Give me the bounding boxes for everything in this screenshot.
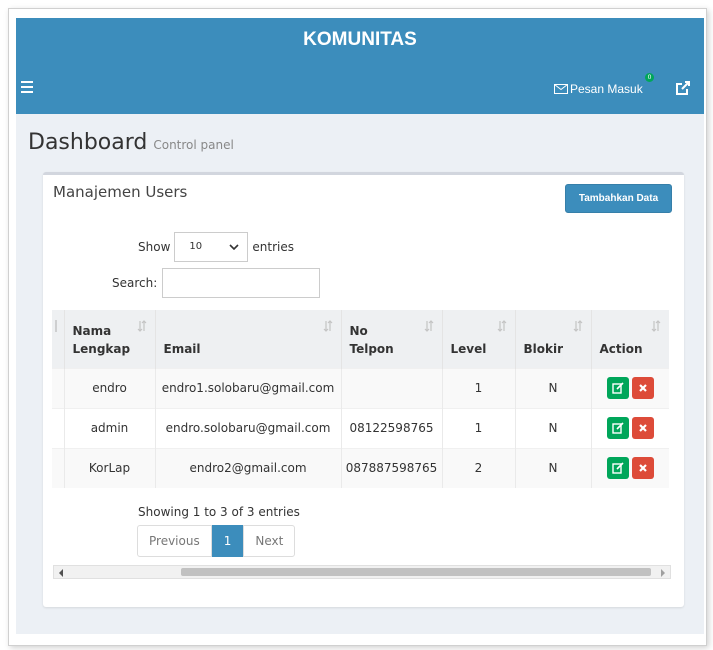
table-cell — [52, 447, 65, 488]
users-table: Nama Lengkap Email No Telpon Level Bloki… — [52, 310, 669, 488]
sort-icon — [497, 320, 506, 332]
next-page-button[interactable]: Next — [243, 525, 296, 557]
table-header-row: Nama Lengkap Email No Telpon Level Bloki… — [52, 310, 669, 368]
cell-email: endro2@gmail.com — [155, 447, 342, 488]
inbox-link[interactable]: Pesan Masuk — [554, 79, 643, 99]
sort-icon — [651, 320, 661, 332]
box-title: Manajemen Users — [53, 183, 188, 201]
column-header-telpon[interactable]: No Telpon — [341, 310, 443, 368]
show-label: Show — [138, 240, 171, 254]
cell-blokir: N — [515, 447, 592, 488]
hamburger-icon[interactable] — [21, 81, 33, 93]
app-window: KOMUNITAS Pesan Masuk 0 Dashboard Control… — [16, 18, 704, 634]
entries-select-value: 10 — [189, 241, 203, 252]
sort-icon — [137, 320, 146, 332]
scrollbar-thumb[interactable] — [181, 568, 651, 576]
cell-telpon: 08122598765 — [341, 407, 443, 448]
previous-page-button[interactable]: Previous — [137, 525, 212, 557]
column-header-action[interactable]: Action — [591, 310, 669, 368]
pagination: Previous 1 Next — [137, 525, 296, 557]
inbox-count-badge: 0 — [645, 73, 654, 82]
search-control: Search: — [112, 268, 321, 298]
cell-action — [591, 407, 669, 448]
search-label: Search: — [112, 276, 158, 290]
cell-blokir: N — [515, 367, 592, 408]
column-header-hidden[interactable] — [52, 310, 65, 368]
page-title-text: Dashboard — [28, 130, 148, 155]
app-header: KOMUNITAS — [16, 18, 704, 65]
cell-nama: admin — [64, 407, 156, 448]
cell-email: endro.solobaru@gmail.com — [155, 407, 342, 448]
cell-action — [591, 447, 669, 488]
close-icon — [638, 464, 647, 473]
add-data-button[interactable]: Tambahkan Data — [565, 184, 672, 213]
cell-nama: KorLap — [64, 447, 156, 488]
search-input[interactable] — [162, 268, 321, 298]
scroll-left-icon[interactable] — [58, 569, 64, 577]
table-cell — [52, 367, 65, 408]
column-header-level[interactable]: Level — [442, 310, 516, 368]
cell-action — [591, 367, 669, 408]
column-label: No Telpon — [349, 323, 394, 356]
table-row: KorLap endro2@gmail.com 087887598765 2 N — [52, 447, 669, 488]
navbar: Pesan Masuk 0 — [16, 65, 704, 114]
cell-email: endro1.solobaru@gmail.com — [155, 367, 342, 408]
table-cell — [52, 407, 65, 448]
horizontal-scrollbar[interactable] — [53, 565, 671, 579]
cell-nama: endro — [64, 367, 156, 408]
column-label: Nama Lengkap — [72, 323, 131, 356]
edit-icon — [612, 462, 624, 474]
close-icon — [638, 384, 647, 392]
sort-icon — [323, 320, 332, 332]
inbox-label: Pesan Masuk — [570, 82, 643, 96]
cell-telpon: 087887598765 — [341, 447, 443, 488]
entries-select[interactable]: 10 — [174, 232, 249, 262]
delete-button[interactable] — [631, 417, 654, 439]
column-label: Email — [163, 341, 201, 356]
app-title: KOMUNITAS — [303, 29, 417, 50]
sort-icon — [424, 320, 433, 332]
table-row: admin endro.solobaru@gmail.com 081225987… — [52, 407, 669, 448]
cell-level: 2 — [442, 447, 516, 488]
external-link-icon[interactable] — [676, 81, 690, 95]
delete-button[interactable] — [631, 457, 654, 480]
edit-button[interactable] — [606, 457, 629, 480]
scroll-right-icon[interactable] — [660, 569, 666, 577]
table-row: endro endro1.solobaru@gmail.com 1 N — [52, 367, 669, 408]
sort-icon — [55, 320, 57, 332]
edit-icon — [612, 382, 624, 394]
users-box: Manajemen Users Tambahkan Data Show 10 e… — [43, 172, 684, 607]
page-title: Dashboard Control panel — [28, 130, 234, 155]
edit-button[interactable] — [606, 377, 629, 399]
column-label: Blokir — [523, 341, 564, 356]
column-label: Level — [450, 341, 487, 356]
page-1-button[interactable]: 1 — [211, 525, 244, 557]
edit-icon — [612, 422, 624, 434]
close-icon — [638, 424, 647, 432]
delete-button[interactable] — [631, 377, 654, 399]
cell-blokir: N — [515, 407, 592, 448]
cell-telpon — [341, 367, 443, 408]
column-header-email[interactable]: Email — [155, 310, 342, 368]
sort-icon — [573, 320, 582, 332]
entries-label: entries — [252, 240, 294, 254]
chevron-down-icon — [229, 244, 239, 250]
table-info: Showing 1 to 3 of 3 entries — [138, 505, 300, 519]
edit-button[interactable] — [606, 417, 629, 439]
envelope-icon — [554, 84, 568, 94]
page-subtitle: Control panel — [153, 138, 234, 152]
column-header-blokir[interactable]: Blokir — [515, 310, 592, 368]
column-header-nama[interactable]: Nama Lengkap — [64, 310, 156, 368]
cell-level: 1 — [442, 367, 516, 408]
cell-level: 1 — [442, 407, 516, 448]
entries-length-control: Show 10 entries — [138, 232, 294, 262]
column-label: Action — [599, 341, 643, 356]
